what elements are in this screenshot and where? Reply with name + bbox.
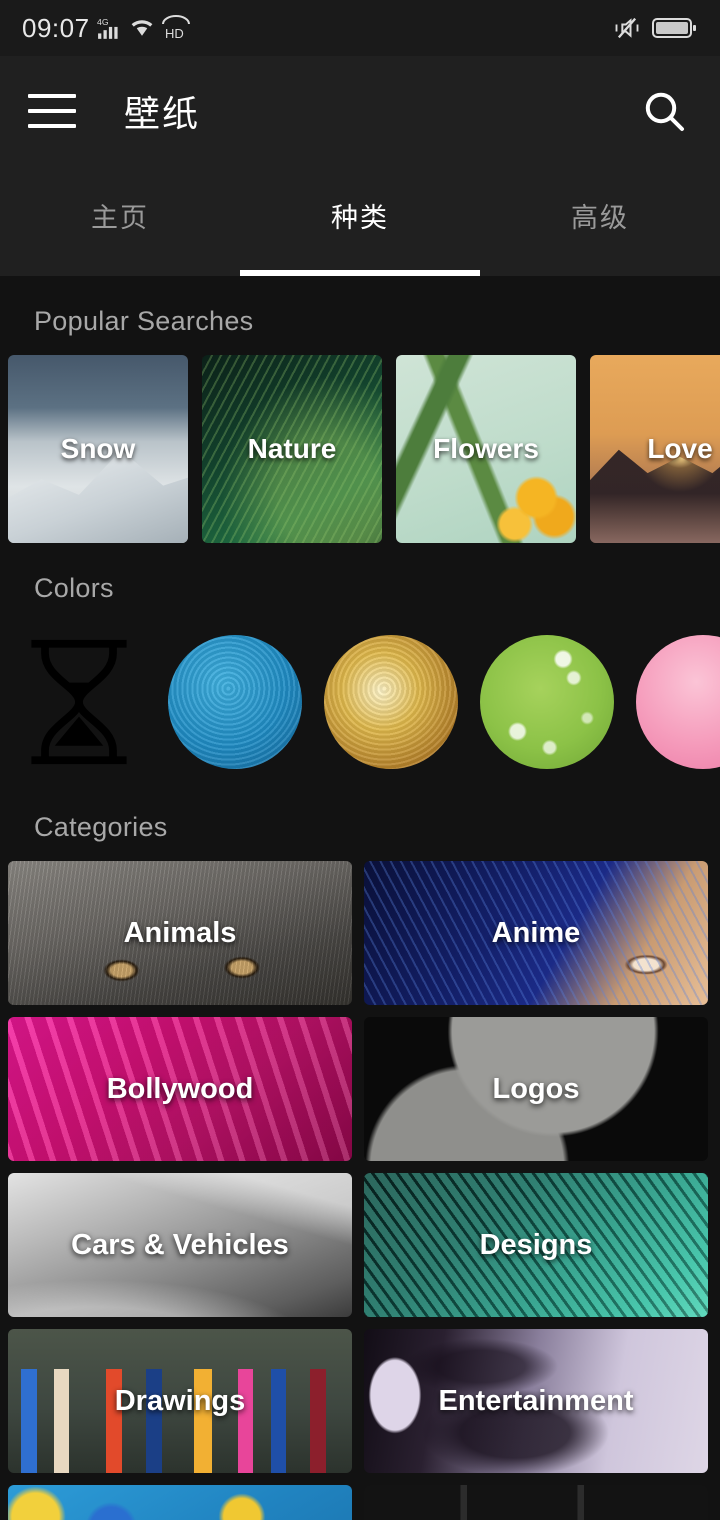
category-label: Entertainment	[438, 1384, 634, 1417]
battery-icon	[652, 15, 698, 41]
category-label: Animals	[123, 916, 237, 949]
category-label: Logos	[492, 1072, 580, 1105]
tab-home[interactable]: 主页	[0, 166, 240, 276]
tab-advanced[interactable]: 高级	[480, 166, 720, 276]
popular-search-label: Snow	[60, 433, 136, 464]
status-bar-left: 09:07 4G HD	[22, 15, 191, 41]
popular-search-card-love[interactable]: Love	[590, 355, 720, 543]
colors-heading: Colors	[34, 573, 114, 603]
category-card-next-right[interactable]	[364, 1485, 708, 1520]
category-card-drawings[interactable]: Drawings	[8, 1329, 352, 1473]
status-bar: 09:07 4G HD	[0, 0, 720, 56]
content-scroll-area[interactable]: Popular Searches Snow Nature Flowers Lov…	[0, 276, 720, 1520]
app-bar: 壁纸	[0, 56, 720, 166]
signal-icon: 4G	[97, 15, 123, 41]
color-swatch-green[interactable]	[480, 635, 614, 769]
hourglass-icon	[12, 627, 146, 777]
color-swatch-blue[interactable]	[168, 635, 302, 769]
popular-search-card-nature[interactable]: Nature	[202, 355, 382, 543]
category-card-logos[interactable]: Logos	[364, 1017, 708, 1161]
color-swatch-gold[interactable]	[324, 635, 458, 769]
popular-search-label: Nature	[247, 433, 337, 464]
popular-searches-carousel[interactable]: Snow Nature Flowers Love	[0, 355, 720, 543]
popular-search-card-snow[interactable]: Snow	[8, 355, 188, 543]
categories-heading: Categories	[34, 812, 168, 842]
thumbnail-partial-right	[364, 1485, 708, 1520]
colors-carousel[interactable]	[0, 622, 720, 782]
status-bar-right	[612, 14, 698, 42]
category-card-entertainment[interactable]: Entertainment	[364, 1329, 708, 1473]
active-tab-indicator	[240, 270, 480, 276]
category-card-designs[interactable]: Designs	[364, 1173, 708, 1317]
popular-search-label: Love	[647, 433, 713, 464]
status-bar-icon-group: 4G HD	[97, 15, 191, 41]
popular-search-card-flowers[interactable]: Flowers	[396, 355, 576, 543]
popular-search-label: Flowers	[433, 433, 539, 464]
categories-grid: Animals Anime Bollywood Logos Cars & Veh…	[0, 861, 720, 1520]
category-label: Cars & Vehicles	[71, 1228, 289, 1261]
category-card-anime[interactable]: Anime	[364, 861, 708, 1005]
category-label: Drawings	[114, 1384, 246, 1417]
svg-text:HD: HD	[165, 26, 184, 41]
hd-icon: HD	[161, 15, 191, 41]
thumbnail-partial-left	[8, 1485, 352, 1520]
category-label: Anime	[491, 916, 581, 949]
tab-categories[interactable]: 种类	[240, 166, 480, 276]
category-card-animals[interactable]: Animals	[8, 861, 352, 1005]
category-card-bollywood[interactable]: Bollywood	[8, 1017, 352, 1161]
popular-searches-heading: Popular Searches	[34, 306, 254, 336]
wifi-icon	[129, 15, 155, 41]
color-swatch-pink[interactable]	[636, 635, 720, 769]
category-label: Bollywood	[106, 1072, 254, 1105]
mute-icon	[612, 14, 642, 42]
app-screen: 09:07 4G HD 壁纸 主页 种类 高级 Popular Searches…	[0, 0, 720, 1520]
category-label: Designs	[479, 1228, 593, 1261]
hamburger-menu-icon[interactable]	[28, 94, 76, 128]
page-title: 壁纸	[124, 93, 201, 134]
search-icon[interactable]	[636, 83, 692, 139]
category-card-cars-vehicles[interactable]: Cars & Vehicles	[8, 1173, 352, 1317]
svg-text:4G: 4G	[97, 17, 109, 27]
tab-bar: 主页 种类 高级	[0, 166, 720, 276]
category-card-next-left[interactable]	[8, 1485, 352, 1520]
status-time: 09:07	[22, 13, 90, 43]
